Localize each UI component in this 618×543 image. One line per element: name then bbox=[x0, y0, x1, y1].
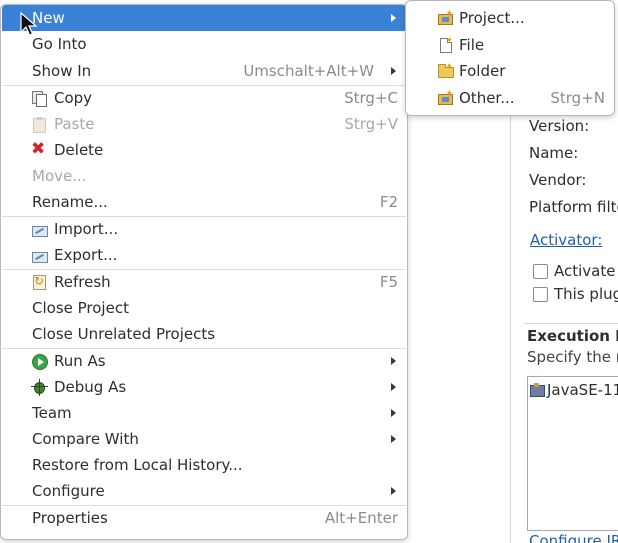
menu-item-label: Restore from Local History... bbox=[32, 456, 243, 474]
menu-item-new[interactable]: New bbox=[2, 5, 406, 31]
menu-item-accelerator: F5 bbox=[379, 273, 398, 291]
menu-item-restore-from-local-history[interactable]: Restore from Local History... bbox=[2, 452, 406, 478]
menu-item-label: Import... bbox=[54, 220, 119, 238]
submenu-item-other[interactable]: ✦ Other... Strg+N bbox=[407, 85, 613, 111]
execution-environments-list[interactable]: JavaSE-11 bbox=[527, 376, 618, 531]
menu-item-label: Close Project bbox=[32, 299, 129, 317]
menu-item-accelerator: Umschalt+Alt+W bbox=[243, 62, 374, 80]
menu-item-label: Copy bbox=[54, 89, 93, 107]
name-label: Name: bbox=[529, 144, 579, 162]
menu-item-accelerator: Strg+N bbox=[550, 89, 605, 107]
menu-item-label: Other... bbox=[459, 89, 515, 107]
menu-item-run-as[interactable]: Run As bbox=[2, 348, 406, 374]
activate-checkbox-label: Activate bbox=[554, 262, 616, 280]
menu-item-paste: Paste Strg+V bbox=[2, 111, 406, 137]
export-icon bbox=[31, 247, 48, 263]
menu-item-close-unrelated-projects[interactable]: Close Unrelated Projects bbox=[2, 321, 406, 347]
context-menu: New Go Into Show In Umschalt+Alt+W Copy … bbox=[0, 4, 408, 540]
menu-item-label: Go Into bbox=[32, 35, 87, 53]
activate-checkbox-row[interactable]: Activate bbox=[533, 262, 615, 280]
refresh-icon bbox=[31, 274, 47, 290]
import-icon bbox=[31, 221, 48, 237]
menu-item-label: Project... bbox=[459, 9, 525, 27]
run-icon bbox=[31, 353, 48, 370]
this-plugin-checkbox-label: This plug bbox=[554, 285, 618, 303]
configure-jre-link[interactable]: Configure JR bbox=[529, 532, 618, 543]
this-plugin-checkbox-row[interactable]: This plug bbox=[533, 285, 618, 303]
menu-item-import[interactable]: Import... bbox=[2, 216, 406, 242]
jre-icon bbox=[530, 383, 545, 397]
submenu-item-project[interactable]: ✦ Project... bbox=[407, 5, 613, 31]
submenu-arrow-icon bbox=[391, 409, 396, 417]
menu-item-label: Compare With bbox=[32, 430, 139, 448]
menu-item-label: File bbox=[459, 36, 485, 54]
menu-item-copy[interactable]: Copy Strg+C bbox=[2, 85, 406, 111]
execution-section-desc: Specify the r bbox=[527, 348, 618, 366]
menu-item-go-into[interactable]: Go Into bbox=[2, 31, 406, 57]
menu-item-label: Properties bbox=[32, 509, 108, 527]
paste-icon bbox=[31, 116, 47, 133]
submenu-item-folder[interactable]: ✦ Folder bbox=[407, 58, 613, 84]
menu-item-refresh[interactable]: Refresh F5 bbox=[2, 269, 406, 295]
menu-item-configure[interactable]: Configure bbox=[2, 478, 406, 504]
mouse-cursor-icon bbox=[20, 12, 38, 36]
submenu-arrow-icon bbox=[391, 383, 396, 391]
screen: Version: Name: Vendor: Platform filte Ac… bbox=[0, 0, 618, 543]
submenu-item-file[interactable]: ✦ File bbox=[407, 32, 613, 58]
menu-item-label: Folder bbox=[459, 62, 506, 80]
debug-icon bbox=[31, 379, 48, 396]
menu-item-label: Paste bbox=[54, 115, 95, 133]
menu-item-label: Export... bbox=[54, 246, 118, 264]
menu-item-properties[interactable]: Properties Alt+Enter bbox=[2, 505, 406, 531]
submenu-arrow-icon bbox=[391, 435, 396, 443]
menu-item-label: Run As bbox=[54, 352, 106, 370]
submenu-arrow-icon bbox=[391, 487, 396, 495]
menu-item-label: Show In bbox=[32, 62, 92, 80]
new-submenu: ✦ Project... ✦ File ✦ Folder ✦ Other... … bbox=[405, 0, 615, 116]
activator-link[interactable]: Activator: bbox=[530, 231, 602, 249]
menu-item-rename[interactable]: Rename... F2 bbox=[2, 189, 406, 215]
menu-item-label: Move... bbox=[32, 167, 87, 185]
version-label: Version: bbox=[529, 117, 590, 135]
menu-item-label: Close Unrelated Projects bbox=[32, 325, 216, 343]
platform-filter-label: Platform filte bbox=[529, 198, 618, 216]
new-folder-icon: ✦ bbox=[437, 63, 454, 79]
submenu-arrow-icon bbox=[391, 357, 396, 365]
activate-checkbox[interactable] bbox=[533, 263, 548, 279]
menu-item-accelerator: Strg+C bbox=[344, 89, 398, 107]
menu-item-accelerator: Strg+V bbox=[344, 115, 398, 133]
menu-item-team[interactable]: Team bbox=[2, 400, 406, 426]
submenu-arrow-icon bbox=[391, 67, 396, 75]
new-file-icon: ✦ bbox=[437, 37, 453, 53]
menu-item-label: Debug As bbox=[54, 378, 127, 396]
menu-item-compare-with[interactable]: Compare With bbox=[2, 426, 406, 452]
menu-item-show-in[interactable]: Show In Umschalt+Alt+W bbox=[2, 58, 406, 84]
new-project-icon: ✦ bbox=[437, 10, 453, 26]
vendor-label: Vendor: bbox=[529, 171, 587, 189]
menu-item-delete[interactable]: ✖ Delete bbox=[2, 137, 406, 163]
menu-item-debug-as[interactable]: Debug As bbox=[2, 374, 406, 400]
list-item[interactable]: JavaSE-11 bbox=[530, 381, 618, 399]
this-plugin-checkbox[interactable] bbox=[533, 286, 548, 302]
menu-item-close-project[interactable]: Close Project bbox=[2, 295, 406, 321]
menu-item-accelerator: F2 bbox=[379, 193, 398, 211]
menu-item-label: Configure bbox=[32, 482, 105, 500]
menu-item-accelerator: Alt+Enter bbox=[324, 509, 398, 527]
copy-icon bbox=[31, 90, 47, 107]
menu-item-label: Team bbox=[32, 404, 72, 422]
menu-item-label: Refresh bbox=[54, 273, 111, 291]
section-divider bbox=[523, 323, 618, 324]
menu-item-export[interactable]: Export... bbox=[2, 242, 406, 268]
menu-item-move: Move... bbox=[2, 163, 406, 189]
menu-item-label: Delete bbox=[54, 141, 104, 159]
delete-icon: ✖ bbox=[31, 139, 46, 159]
new-other-icon: ✦ bbox=[437, 90, 453, 106]
execution-section-title: Execution E bbox=[527, 327, 618, 345]
submenu-arrow-icon bbox=[391, 14, 396, 22]
environment-item-label: JavaSE-11 bbox=[547, 381, 618, 399]
menu-item-label: Rename... bbox=[32, 193, 108, 211]
